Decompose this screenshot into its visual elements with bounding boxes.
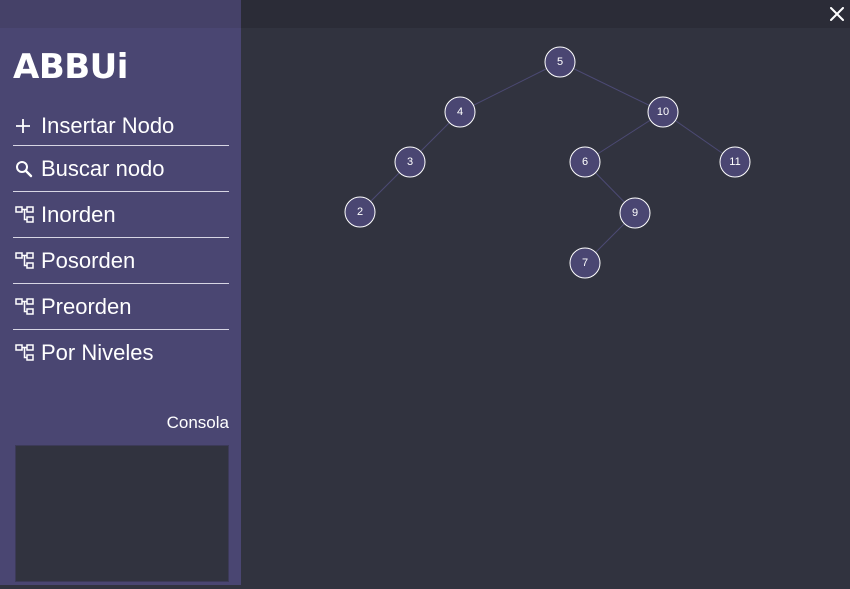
- tree-node-5[interactable]: 5: [544, 46, 576, 78]
- tree-graph: 5 4 10 3 6 11 2 9 7: [344, 46, 751, 279]
- tree-node-label: 3: [407, 156, 413, 168]
- tree-node-11[interactable]: 11: [719, 146, 751, 178]
- menu-item-inorden[interactable]: Inorden: [13, 192, 229, 238]
- menu-item-posorden[interactable]: Posorden: [13, 238, 229, 284]
- tree-edge: [559, 61, 664, 113]
- title-bar: [241, 0, 850, 28]
- menu-item-label: Insertar Nodo: [41, 112, 175, 138]
- tree-canvas: 5 4 10 3 6 11 2 9 7: [241, 28, 850, 585]
- tree-node-label: 9: [632, 207, 638, 219]
- tree-icon: [15, 341, 39, 365]
- tree-icon: [15, 295, 39, 319]
- console-label: Consola: [166, 413, 229, 432]
- sidebar: ABBUi Insertar Nodo Buscar nodo Inorden …: [0, 28, 241, 585]
- tree-node-3[interactable]: 3: [394, 146, 426, 178]
- tree-edge: [459, 61, 561, 113]
- sidebar-header-strip: [0, 0, 241, 28]
- plus-icon: [15, 114, 39, 138]
- tree-node-label: 2: [357, 206, 363, 218]
- console-output[interactable]: [15, 445, 229, 582]
- menu-item-por-niveles[interactable]: Por Niveles: [13, 330, 229, 376]
- tree-node-label: 5: [557, 56, 563, 68]
- tree-node-label: 7: [582, 257, 588, 269]
- menu-item-label: Por Niveles: [41, 340, 154, 365]
- menu: Insertar Nodo Buscar nodo Inorden Posord…: [13, 106, 229, 376]
- search-icon: [15, 157, 39, 181]
- app-title: ABBUi: [13, 47, 128, 87]
- menu-item-label: Buscar nodo: [41, 155, 165, 181]
- close-button[interactable]: [824, 0, 850, 28]
- menu-item-preorden[interactable]: Preorden: [13, 284, 229, 330]
- menu-item-label: Posorden: [41, 247, 136, 273]
- menu-item-label: Inorden: [41, 201, 116, 227]
- tree-node-label: 10: [657, 106, 669, 118]
- menu-item-buscar-nodo[interactable]: Buscar nodo: [13, 146, 229, 192]
- tree-node-4[interactable]: 4: [444, 96, 476, 128]
- tree-node-2[interactable]: 2: [344, 196, 376, 228]
- menu-item-insertar-nodo[interactable]: Insertar Nodo: [13, 106, 229, 146]
- tree-icon: [15, 249, 39, 273]
- menu-item-label: Preorden: [41, 293, 132, 319]
- tree-node-label: 6: [582, 156, 588, 168]
- tree-node-10[interactable]: 10: [647, 96, 679, 128]
- tree-node-label: 11: [729, 156, 740, 168]
- tree-node-6[interactable]: 6: [569, 146, 601, 178]
- close-icon: [830, 7, 844, 21]
- tree-node-9[interactable]: 9: [619, 197, 651, 229]
- tree-node-label: 4: [457, 106, 463, 118]
- tree-icon: [15, 203, 39, 227]
- tree-node-7[interactable]: 7: [569, 247, 601, 279]
